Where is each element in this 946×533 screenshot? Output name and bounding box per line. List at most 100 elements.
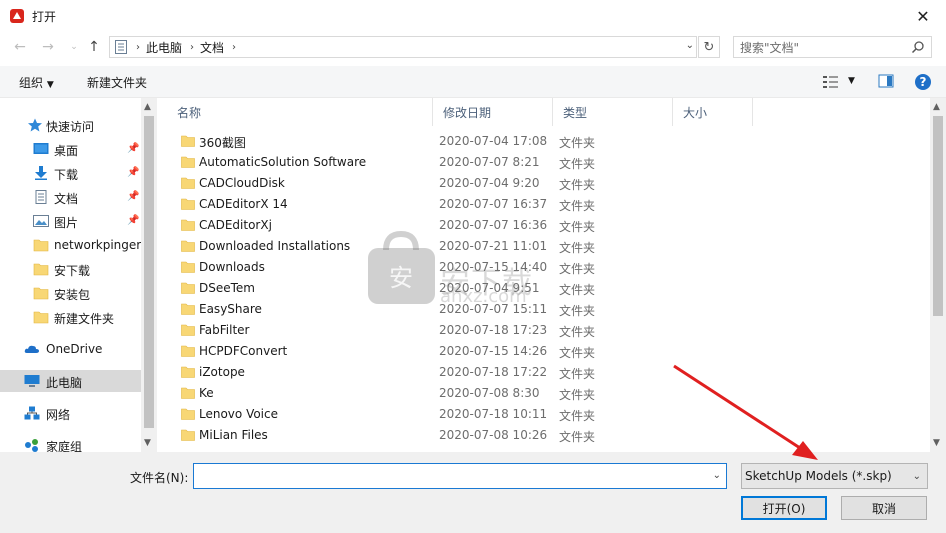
cancel-button[interactable]: 取消 <box>841 496 927 520</box>
sidebar-item-desktop[interactable]: 桌面 📌 <box>0 138 141 160</box>
forward-button[interactable]: → <box>38 38 58 56</box>
chevron-down-icon: ⌄ <box>70 42 78 52</box>
folder-icon <box>181 219 195 231</box>
table-row[interactable]: EasyShare 2020-07-07 15:11 文件夹 <box>157 299 930 320</box>
file-name: FabFilter <box>199 323 250 337</box>
column-size-label: 大小 <box>683 105 708 120</box>
navigation-pane: 快速访问 桌面 📌 下载 📌 文档 📌 图片 📌 networkpinger 安… <box>0 98 157 454</box>
title-bar: 打开 ✕ <box>0 0 946 32</box>
folder-icon <box>181 240 195 252</box>
column-header-name[interactable]: 名称 ^ <box>167 98 433 126</box>
file-name: DSeeTem <box>199 281 255 295</box>
cloud-icon <box>24 345 39 353</box>
organize-menu[interactable]: 组织 ▼ <box>19 74 54 91</box>
table-row[interactable]: CADEditorXj 2020-07-07 16:36 文件夹 <box>157 215 930 236</box>
table-row[interactable]: Downloaded Installations 2020-07-21 11:01… <box>157 236 930 257</box>
column-header-date[interactable]: 修改日期 <box>433 98 553 126</box>
address-bar[interactable]: › 此电脑 › 文档 › ⌄ <box>109 36 697 58</box>
organize-label: 组织 <box>19 76 44 90</box>
table-row[interactable]: iZotope 2020-07-18 17:22 文件夹 <box>157 362 930 383</box>
breadcrumb-documents[interactable]: 文档 <box>200 39 224 56</box>
folder-icon <box>181 156 195 168</box>
sidebar-item-new-folder[interactable]: 新建文件夹 <box>0 306 141 328</box>
arrow-left-icon: ← <box>14 39 26 55</box>
sidebar-item-quick-access[interactable]: 快速访问 <box>0 114 141 136</box>
file-type: 文件夹 <box>559 136 596 150</box>
up-button[interactable]: ↑ <box>84 38 104 56</box>
table-row[interactable]: DSeeTem 2020-07-04 9:51 文件夹 <box>157 278 930 299</box>
sidebar-item-downloads[interactable]: 下载 📌 <box>0 162 141 184</box>
table-row[interactable]: Lenovo Voice 2020-07-18 10:11 文件夹 <box>157 404 930 425</box>
sidebar-item-label: 此电脑 <box>46 376 83 390</box>
table-row[interactable]: MiLian Files 2020-07-08 10:26 文件夹 <box>157 425 930 446</box>
close-button[interactable]: ✕ <box>900 0 946 32</box>
scroll-up-icon[interactable]: ▲ <box>144 102 151 112</box>
file-date: 2020-07-04 17:08 <box>439 134 548 148</box>
chevron-down-icon[interactable]: ⌄ <box>686 40 694 51</box>
chevron-down-icon[interactable]: ⌄ <box>713 470 721 481</box>
filename-input[interactable]: ⌄ <box>193 463 727 489</box>
file-name: 360截图 <box>199 136 246 150</box>
sidebar-item-networkpinger[interactable]: networkpinger <box>0 234 141 256</box>
file-type: 文件夹 <box>559 178 596 192</box>
table-row[interactable]: CADCloudDisk 2020-07-04 9:20 文件夹 <box>157 173 930 194</box>
file-name: HCPDFConvert <box>199 344 288 358</box>
document-icon <box>115 40 127 54</box>
table-row[interactable]: CADEditorX 14 2020-07-07 16:37 文件夹 <box>157 194 930 215</box>
breadcrumb-separator[interactable]: › <box>232 42 236 53</box>
sidebar-item-documents[interactable]: 文档 📌 <box>0 186 141 208</box>
new-folder-button[interactable]: 新建文件夹 <box>87 74 147 91</box>
file-date: 2020-07-08 10:26 <box>439 428 548 442</box>
view-options-icon[interactable] <box>822 74 840 90</box>
command-toolbar: 组织 ▼ 新建文件夹 ▼ ? <box>0 66 946 98</box>
file-list-scroll-thumb[interactable] <box>933 116 943 316</box>
file-type: 文件夹 <box>559 388 596 402</box>
search-placeholder: 搜索"文档" <box>740 40 800 55</box>
column-header-type[interactable]: 类型 <box>553 98 673 126</box>
back-button[interactable]: ← <box>10 38 30 56</box>
file-list-scrollbar[interactable]: ▲ ▼ <box>930 98 946 452</box>
folder-icon <box>181 324 195 336</box>
table-row[interactable]: FabFilter 2020-07-18 17:23 文件夹 <box>157 320 930 341</box>
file-date: 2020-07-21 11:01 <box>439 239 548 253</box>
table-row[interactable]: HCPDFConvert 2020-07-15 14:26 文件夹 <box>157 341 930 362</box>
column-header-size[interactable]: 大小 <box>673 98 753 126</box>
arrow-up-icon: ↑ <box>88 39 100 55</box>
recent-locations-button[interactable]: ⌄ <box>64 38 84 56</box>
scroll-up-icon[interactable]: ▲ <box>933 102 940 112</box>
file-type: 文件夹 <box>559 367 596 381</box>
file-type: 文件夹 <box>559 304 596 318</box>
table-row[interactable]: 360截图 2020-07-04 17:08 文件夹 <box>157 131 930 152</box>
sidebar-scroll-thumb[interactable] <box>144 116 154 428</box>
file-type-select[interactable]: SketchUp Models (*.skp) ⌄ <box>741 463 928 489</box>
view-dropdown-icon[interactable]: ▼ <box>848 76 855 86</box>
scroll-down-icon[interactable]: ▼ <box>933 438 940 448</box>
search-input[interactable]: 搜索"文档" <box>733 36 932 58</box>
table-row[interactable]: Ke 2020-07-08 8:30 文件夹 <box>157 383 930 404</box>
sketchup-app-icon <box>10 9 24 23</box>
refresh-button[interactable]: ↻ <box>698 36 720 58</box>
sidebar-item-anxiazai[interactable]: 安下载 <box>0 258 141 280</box>
file-name: Downloads <box>199 260 265 274</box>
folder-icon <box>181 429 195 441</box>
sidebar-item-network[interactable]: 网络 <box>0 402 141 424</box>
sidebar-scrollbar[interactable]: ▲ ▼ <box>141 98 157 452</box>
sidebar-item-onedrive[interactable]: OneDrive <box>0 338 141 360</box>
open-button[interactable]: 打开(O) <box>741 496 827 520</box>
file-date: 2020-07-08 8:30 <box>439 386 540 400</box>
column-type-label: 类型 <box>563 105 588 120</box>
preview-pane-icon[interactable] <box>878 74 894 88</box>
table-row[interactable]: Downloads 2020-07-15 14:40 文件夹 <box>157 257 930 278</box>
watermark-bag-icon: 安 <box>368 230 435 304</box>
sidebar-item-pictures[interactable]: 图片 📌 <box>0 210 141 232</box>
file-type: 文件夹 <box>559 262 596 276</box>
breadcrumb-separator[interactable]: › <box>190 42 194 53</box>
sidebar-item-this-pc[interactable]: 此电脑 <box>0 370 141 392</box>
sidebar-item-install-packages[interactable]: 安装包 <box>0 282 141 304</box>
breadcrumb-this-pc[interactable]: 此电脑 <box>146 39 182 56</box>
help-icon[interactable]: ? <box>914 73 932 91</box>
scroll-down-icon[interactable]: ▼ <box>144 438 151 448</box>
sort-ascending-icon: ^ <box>307 98 315 105</box>
sidebar-item-label: 网络 <box>46 408 71 422</box>
table-row[interactable]: AutomaticSolution Software 2020-07-07 8:2… <box>157 152 930 173</box>
